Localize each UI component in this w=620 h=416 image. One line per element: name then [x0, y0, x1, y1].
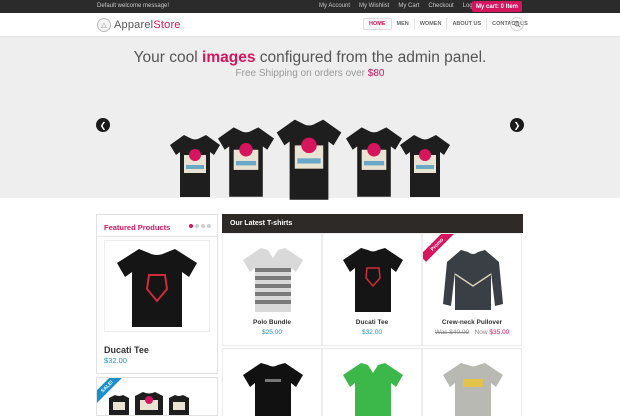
- logo-text: ApparelStore: [114, 19, 181, 31]
- pullover-image: [443, 250, 503, 310]
- nav-about-us[interactable]: ABOUT US: [447, 18, 488, 30]
- my-account-link[interactable]: My Account: [319, 3, 350, 9]
- banner-tshirt-5: [400, 135, 450, 197]
- product-card-polo-bundle[interactable]: Polo Bundle $25.00: [222, 233, 322, 346]
- banner-prev-button[interactable]: ❮: [96, 118, 110, 132]
- banner-next-button[interactable]: ❯: [510, 118, 524, 132]
- nav-women[interactable]: WOMEN: [415, 18, 448, 30]
- site-header: △ ApparelStore HOME MEN WOMEN ABOUT US C…: [0, 13, 620, 37]
- pager-dot-2[interactable]: [195, 224, 199, 228]
- pager-dot-1[interactable]: [189, 224, 193, 228]
- hero-banner: Your cool images configured from the adm…: [0, 37, 620, 200]
- ducati-tshirt-image: [117, 249, 197, 327]
- product-name: Crew-neck Pullover: [441, 319, 503, 326]
- green-polo-image: [343, 363, 403, 416]
- logo-text-store: Store: [153, 19, 181, 31]
- product-card-black-tee[interactable]: [222, 348, 322, 416]
- banner-subtitle: Free Shipping on orders over $80: [0, 68, 620, 79]
- search-button[interactable]: [510, 17, 524, 31]
- banner-tshirt-1: [170, 135, 220, 197]
- featured-product-image[interactable]: [104, 240, 210, 332]
- main-nav: HOME MEN WOMEN ABOUT US CONTACT US: [363, 18, 533, 30]
- banner-sub-price: $80: [367, 68, 385, 79]
- nav-home[interactable]: HOME: [363, 18, 392, 30]
- featured-product-name[interactable]: Ducati Tee: [104, 345, 149, 355]
- chevron-right-icon: ❯: [513, 120, 521, 130]
- sale-products-box: SALE!: [96, 377, 218, 416]
- product-card-green-polo[interactable]: [322, 348, 422, 416]
- logo[interactable]: △ ApparelStore: [97, 18, 181, 32]
- ducati-tee-image: [343, 248, 403, 312]
- banner-tshirt-3: [276, 119, 342, 200]
- top-bar: Default welcome message! My Account My W…: [0, 0, 620, 13]
- featured-product-price: $32.00: [104, 356, 127, 365]
- my-wishlist-link[interactable]: My Wishlist: [359, 3, 389, 9]
- product-card-ducati-tee[interactable]: Ducati Tee $32.00: [322, 233, 422, 346]
- pager-dot-3[interactable]: [201, 224, 205, 228]
- banner-tshirt-2: [218, 127, 274, 197]
- pager-dot-4[interactable]: [207, 224, 211, 228]
- product-name: Ducati Tee: [355, 319, 389, 326]
- old-price: Was $40.00: [434, 329, 470, 336]
- featured-products: Featured Products Ducati Tee $32.00: [96, 214, 218, 374]
- latest-title: Our Latest T-shirts: [230, 220, 293, 227]
- polo-shirt-image: [243, 248, 303, 312]
- banner-title: Your cool images configured from the adm…: [0, 49, 620, 67]
- page: Default welcome message! My Account My W…: [0, 0, 620, 416]
- now-label: Now: [474, 329, 488, 336]
- banner-title-pre: Your cool: [133, 49, 203, 66]
- banner-sub-text: Free Shipping on orders over: [235, 68, 368, 79]
- checkout-link[interactable]: Checkout: [428, 3, 453, 9]
- banner-tshirt-4: [346, 127, 402, 197]
- cart-button[interactable]: My cart: 0 Item: [472, 1, 522, 12]
- grey-tee-image: [443, 363, 503, 416]
- nav-men[interactable]: MEN: [392, 18, 415, 30]
- hanger-icon: △: [97, 18, 111, 32]
- account-links: My Account My Wishlist My Cart Checkout …: [319, 3, 479, 9]
- product-name: Polo Bundle: [253, 319, 291, 326]
- chevron-left-icon: ❮: [99, 120, 107, 130]
- sale-tshirts-image: [109, 392, 189, 415]
- product-price: $25.00: [262, 329, 282, 336]
- latest-header: Our Latest T-shirts: [222, 214, 523, 233]
- logo-text-apparel: Apparel: [114, 19, 154, 31]
- featured-title: Featured Products: [104, 223, 171, 232]
- search-icon: [513, 20, 521, 28]
- product-card-grey-tee[interactable]: [422, 348, 522, 416]
- product-card-crew-neck-pullover[interactable]: Promo Crew-neck Pullover Was $40.00 Now …: [422, 233, 522, 346]
- banner-title-highlight: images: [202, 49, 256, 66]
- black-tee-image: [243, 363, 303, 416]
- product-price-group: Was $40.00 Now $35.00: [423, 329, 521, 336]
- featured-pager: [189, 224, 211, 228]
- product-price: $32.00: [362, 329, 382, 336]
- my-cart-link[interactable]: My Cart: [398, 3, 419, 9]
- banner-title-post: configured from the admin panel.: [255, 49, 487, 66]
- featured-header: Featured Products: [97, 215, 217, 237]
- new-price: $35.00: [489, 329, 510, 336]
- welcome-message: Default welcome message!: [97, 3, 170, 9]
